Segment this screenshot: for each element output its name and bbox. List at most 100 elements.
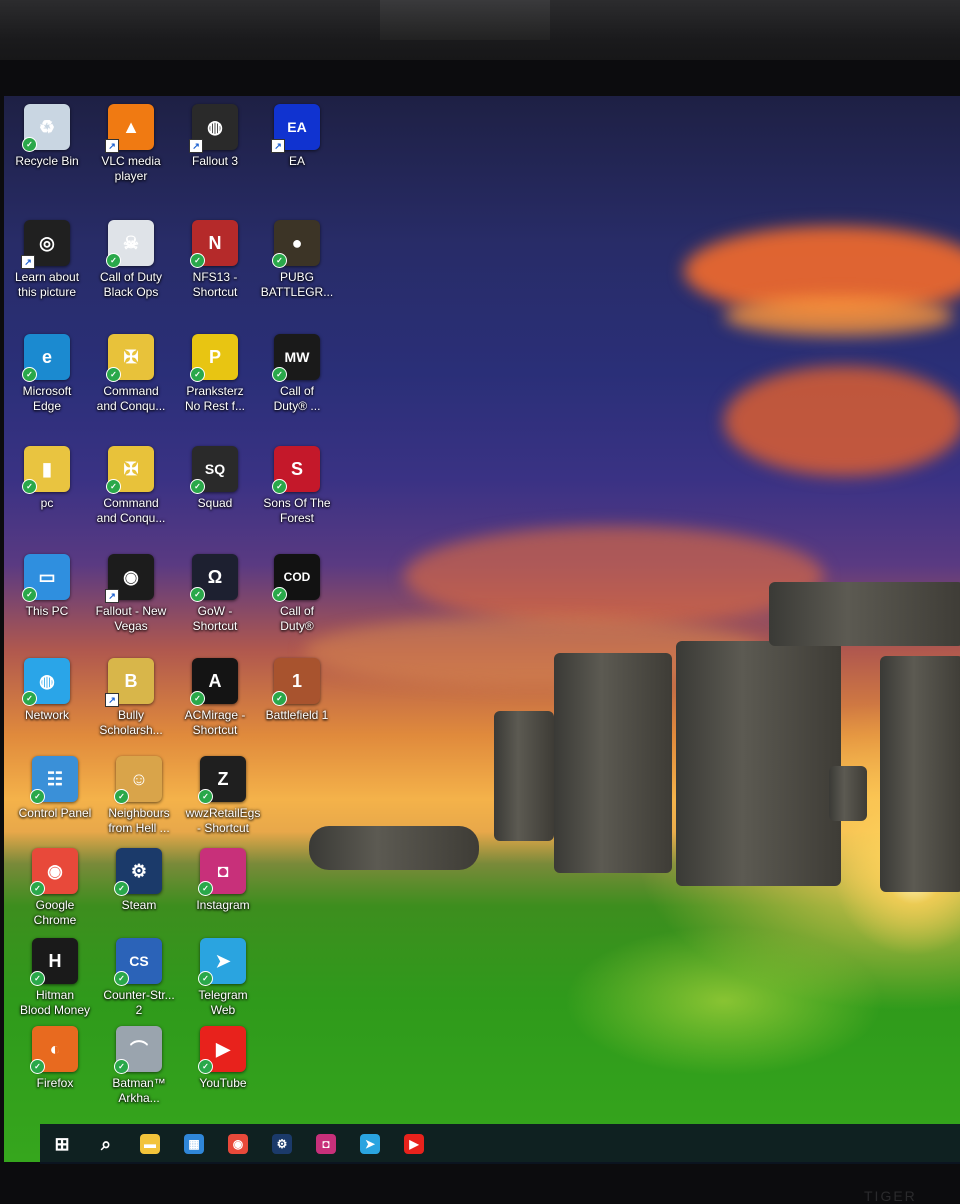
desktop-icon-this-pc[interactable]: ▭ ✓ This PC (4, 554, 90, 619)
telegram-icon: ➤ (360, 1134, 380, 1154)
desktop-icon-label: VLC media player (101, 154, 161, 183)
desktop-icon-cnc2[interactable]: ✠ ✓ Command and Conqu... (88, 446, 174, 526)
desktop-icon-acmirage[interactable]: A ✓ ACMirage - Shortcut (172, 658, 258, 738)
shortcut-arrow-icon: ↗ (271, 139, 285, 153)
sync-check-icon: ✓ (272, 587, 287, 602)
shortcut-arrow-icon: ↗ (21, 255, 35, 269)
desktop-icon-neighbours[interactable]: ☺ ✓ Neighbours from Hell ... (96, 756, 182, 836)
wallpaper-stone (769, 582, 960, 646)
desktop-icon-label: Steam (121, 898, 157, 912)
desktop-icon-sons-forest[interactable]: S ✓ Sons Of The Forest (254, 446, 340, 526)
sync-check-icon: ✓ (198, 881, 213, 896)
telegram-icon: ➤ ✓ (198, 938, 246, 986)
desktop-icon-ea[interactable]: EA ↗ EA (254, 104, 340, 169)
batman-icon: ⌒ ✓ (114, 1026, 162, 1074)
instagram-icon: ◘ (316, 1134, 336, 1154)
desktop-icon-learn-picture[interactable]: ◎ ↗ Learn about this picture (4, 220, 90, 300)
desktop-icon-steam[interactable]: ⚙ ✓ Steam (96, 848, 182, 913)
taskbar-steam-button[interactable]: ⚙ (260, 1124, 304, 1164)
windows-start-icon: ⊞ (54, 1133, 70, 1154)
desktop-icon-instagram[interactable]: ◘ ✓ Instagram (180, 848, 266, 913)
desktop-icon-label: Firefox (36, 1076, 74, 1090)
desktop-icon-label: Network (24, 708, 69, 722)
desktop-icon-edge[interactable]: e ✓ Microsoft Edge (4, 334, 90, 414)
taskbar-store-button[interactable]: ▦ (172, 1124, 216, 1164)
vlc-cone-icon: ▲ ↗ (105, 104, 154, 153)
desktop-icon-hitman[interactable]: H ✓ Hitman Blood Money (12, 938, 98, 1018)
search-icon: ⌕ (100, 1133, 112, 1154)
mw-logo-icon: MW ✓ (272, 334, 320, 382)
desktop-icon-pranksterz[interactable]: P ✓ Pranksterz No Rest f... (172, 334, 258, 414)
desktop-icon-label: GoW - Shortcut (192, 604, 238, 633)
desktop-icon-pc-folder[interactable]: ▮ ✓ pc (4, 446, 90, 511)
desktop-icon-gow[interactable]: Ω ✓ GoW - Shortcut (172, 554, 258, 634)
desktop-icon-label: Call of Duty® ... (273, 384, 321, 413)
instagram-icon: ◘ ✓ (198, 848, 246, 896)
taskbar-telegram-button[interactable]: ➤ (348, 1124, 392, 1164)
desktop-icon-youtube[interactable]: ▶ ✓ YouTube (180, 1026, 266, 1091)
desktop-icon-label: Squad (197, 496, 233, 510)
desktop-icon-chrome[interactable]: ◉ ✓ Google Chrome (12, 848, 98, 928)
desktop-icon-bully[interactable]: B ↗ Bully Scholarsh... (88, 658, 174, 738)
desktop-icon-control-panel[interactable]: ☷ ✓ Control Panel (12, 756, 98, 821)
sync-check-icon: ✓ (114, 971, 129, 986)
assassins-creed-icon: A ✓ (190, 658, 238, 706)
recycle-bin-icon: ♻ ✓ (22, 104, 70, 152)
battlefield-soldier-icon: 1 ✓ (272, 658, 320, 706)
desktop-icon-squad[interactable]: SQ ✓ Squad (172, 446, 258, 511)
desktop-icon-label: Command and Conqu... (96, 496, 166, 525)
desktop-icon-cod-bo[interactable]: ☠ ✓ Call of Duty Black Ops (88, 220, 174, 300)
sync-check-icon: ✓ (190, 479, 205, 494)
desktop-icon-network[interactable]: ◍ ✓ Network (4, 658, 90, 723)
desktop-icon-label: Pranksterz No Rest f... (184, 384, 246, 413)
sync-check-icon: ✓ (272, 367, 287, 382)
sync-check-icon: ✓ (272, 479, 287, 494)
firefox-icon: ◐ ✓ (30, 1026, 78, 1074)
desktop-icon-label: Recycle Bin (15, 154, 79, 168)
desktop-icon-firefox[interactable]: ◐ ✓ Firefox (12, 1026, 98, 1091)
desktop-icon-vlc[interactable]: ▲ ↗ VLC media player (88, 104, 174, 184)
taskbar-search-button[interactable]: ⌕ (84, 1124, 128, 1164)
desktop-icon-wwz[interactable]: Z ✓ wwzRetailEgs - Shortcut (180, 756, 266, 836)
desktop-icon-label: Instagram (196, 898, 250, 912)
taskbar-chrome-button[interactable]: ◉ (216, 1124, 260, 1164)
wallpaper-cloud (404, 526, 824, 626)
sync-check-icon: ✓ (190, 253, 205, 268)
taskbar-explorer-button[interactable]: ▬ (128, 1124, 172, 1164)
sync-check-icon: ✓ (106, 253, 121, 268)
taskbar-youtube-button[interactable]: ▶ (392, 1124, 436, 1164)
store-icon: ▦ (184, 1134, 204, 1154)
sync-check-icon: ✓ (22, 137, 37, 152)
desktop-icon-label: Fallout - New Vegas (95, 604, 167, 633)
desktop-icon-label: Neighbours from Hell ... (108, 806, 170, 835)
sync-check-icon: ✓ (272, 253, 287, 268)
desktop-icon-cod-mw[interactable]: MW ✓ Call of Duty® ... (254, 334, 340, 414)
desktop-icon-label: Command and Conqu... (96, 384, 166, 413)
desktop-icon-batman[interactable]: ⌒ ✓ Batman™ Arkha... (96, 1026, 182, 1106)
sync-check-icon: ✓ (22, 587, 37, 602)
wallpaper-cloud (724, 366, 960, 476)
desktop-screen[interactable]: ♻ ✓ Recycle Bin ▲ ↗ VLC media player ◍ ↗ Fallout… (4, 96, 960, 1162)
desktop-icon-nfs13[interactable]: N ✓ NFS13 - Shortcut (172, 220, 258, 300)
bully-b-icon: B ↗ (105, 658, 154, 707)
ea-logo-icon: EA ↗ (271, 104, 320, 153)
desktop-icon-pubg[interactable]: ● ✓ PUBG BATTLEGR... (254, 220, 340, 300)
desktop-icon-telegram[interactable]: ➤ ✓ Telegram Web (180, 938, 266, 1018)
pranksterz-icon: P ✓ (190, 334, 238, 382)
desktop-icon-cod[interactable]: COD ✓ Call of Duty® (254, 554, 340, 634)
sync-check-icon: ✓ (30, 1059, 45, 1074)
file-explorer-icon: ▬ (140, 1134, 160, 1154)
taskbar-start-button[interactable]: ⊞ (40, 1124, 84, 1164)
desktop-icon-fallout-nv[interactable]: ◉ ↗ Fallout - New Vegas (88, 554, 174, 634)
wallpaper-stone (829, 766, 867, 821)
sync-check-icon: ✓ (114, 789, 129, 804)
shortcut-arrow-icon: ↗ (105, 139, 119, 153)
desktop-icon-recycle-bin[interactable]: ♻ ✓ Recycle Bin (4, 104, 90, 169)
desktop-icon-cnc1[interactable]: ✠ ✓ Command and Conqu... (88, 334, 174, 414)
desktop-icon-bf1[interactable]: 1 ✓ Battlefield 1 (254, 658, 340, 723)
desktop-icon-cs2[interactable]: CS ✓ Counter-Str... 2 (96, 938, 182, 1018)
desktop-icon-fallout3[interactable]: ◍ ↗ Fallout 3 (172, 104, 258, 169)
desktop-icon-label: pc (40, 496, 54, 510)
sync-check-icon: ✓ (272, 691, 287, 706)
taskbar-instagram-button[interactable]: ◘ (304, 1124, 348, 1164)
